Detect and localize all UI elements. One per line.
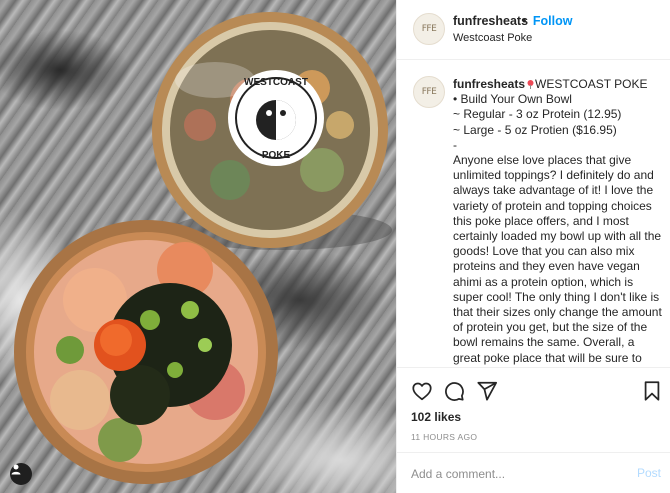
follow-area: • Follow	[522, 14, 572, 28]
caption-line-regular: ~ Regular - 3 oz Protein (12.95)	[453, 107, 622, 122]
poke-bowls-illustration: WESTCOAST POKE	[14, 12, 392, 484]
post-comment-button[interactable]: Post	[637, 466, 661, 480]
caption-line-dash: -	[453, 137, 457, 152]
caption-line-large: ~ Large - 5 oz Protien ($16.95)	[453, 122, 617, 137]
avatar-mark: FFE	[421, 24, 437, 34]
profile-avatar[interactable]: FFE	[413, 13, 445, 45]
round-pushpin-icon	[527, 80, 534, 89]
caption-avatar-mark: FFE	[421, 87, 437, 97]
heart-icon[interactable]	[411, 380, 433, 402]
follow-button[interactable]: Follow	[533, 14, 573, 28]
photo-logo-text-bottom: POKE	[262, 150, 291, 161]
tagged-users-icon[interactable]	[10, 463, 32, 485]
likes-count[interactable]: 102 likes	[411, 410, 461, 424]
post-timestamp[interactable]: 11 HOURS AGO	[411, 432, 477, 442]
share-icon[interactable]	[476, 380, 498, 402]
caption-username[interactable]: funfresheats	[453, 77, 525, 91]
caption-text: funfresheats WESTCOAST POKE • Build Your …	[453, 77, 665, 367]
comment-input[interactable]	[411, 465, 611, 483]
comment-icon[interactable]	[443, 380, 465, 402]
caption-title: WESTCOAST POKE	[535, 77, 648, 91]
user-silhouette-icon	[11, 464, 21, 475]
caption-body: Anyone else love places that give unlimi…	[453, 153, 662, 367]
post-header: FFE funfresheats • Follow Westcoast Poke	[397, 0, 670, 60]
follow-separator: •	[522, 14, 527, 28]
caption-section[interactable]: FFE funfresheats WESTCOAST POKE • Build Y…	[397, 60, 670, 368]
header-username[interactable]: funfresheats	[453, 14, 528, 28]
caption-title-line: funfresheats WESTCOAST POKE	[453, 77, 665, 92]
action-bar	[397, 376, 670, 406]
caption-avatar[interactable]: FFE	[413, 76, 445, 108]
bookmark-icon[interactable]	[641, 380, 663, 402]
post-side-panel: FFE funfresheats • Follow Westcoast Poke…	[396, 0, 670, 493]
caption-line-build: • Build Your Own Bowl	[453, 92, 572, 107]
post-photo[interactable]: WESTCOAST POKE	[0, 0, 396, 493]
photo-logo-text-top: WESTCOAST	[244, 77, 308, 88]
comment-bar: Post	[397, 452, 670, 493]
location-link[interactable]: Westcoast Poke	[453, 32, 532, 44]
